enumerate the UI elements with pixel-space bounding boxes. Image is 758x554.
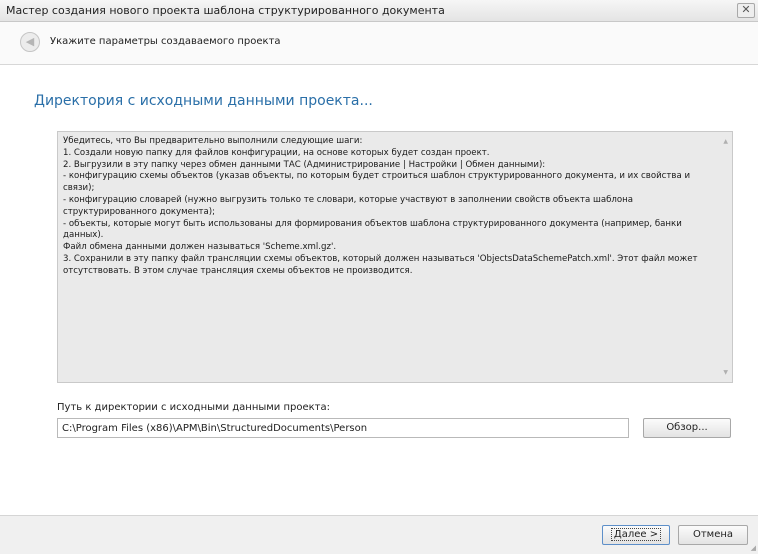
back-button[interactable]: ◀ [20,32,40,52]
close-button[interactable]: ✕ [737,3,755,18]
path-input[interactable] [57,418,629,438]
instructions-box[interactable]: Убедитесь, что Вы предварительно выполни… [57,131,733,383]
close-icon: ✕ [741,3,751,16]
scroll-up-icon[interactable]: ▲ [723,138,728,145]
instruction-line: Убедитесь, что Вы предварительно выполни… [63,136,363,146]
cancel-button[interactable]: Отмена [678,525,748,545]
step-description: Укажите параметры создаваемого проекта [50,36,281,47]
browse-button[interactable]: Обзор... [643,418,731,438]
instruction-line: 2. Выгрузили в эту папку через обмен дан… [63,159,546,170]
instruction-line: 3. Сохранили в эту папку файл трансляции… [63,253,698,276]
instruction-line: 1. Создали новую папку для файлов конфиг… [63,147,490,158]
next-button[interactable]: Далее > [602,525,670,545]
wizard-step-header: ◀ Укажите параметры создаваемого проекта [0,22,758,65]
instruction-line: Файл обмена данными должен называться 'S… [63,242,337,253]
path-label: Путь к директории с исходными данными пр… [57,402,331,413]
title-bar: Мастер создания нового проекта шаблона с… [0,0,758,22]
arrow-left-icon: ◀ [25,35,35,48]
instruction-line: - объекты, которые могут быть использова… [63,218,682,241]
instruction-line: - конфигурацию словарей (нужно выгрузить… [63,194,634,217]
scroll-down-icon[interactable]: ▼ [723,369,728,376]
instruction-line: - конфигурацию схемы объектов (указав об… [63,171,691,194]
resize-grip-icon[interactable]: ◢ [751,544,756,552]
next-button-label: Далее > [610,528,662,541]
window-title: Мастер создания нового проекта шаблона с… [6,4,445,17]
page-title: Директория с исходными данными проекта..… [34,93,373,109]
